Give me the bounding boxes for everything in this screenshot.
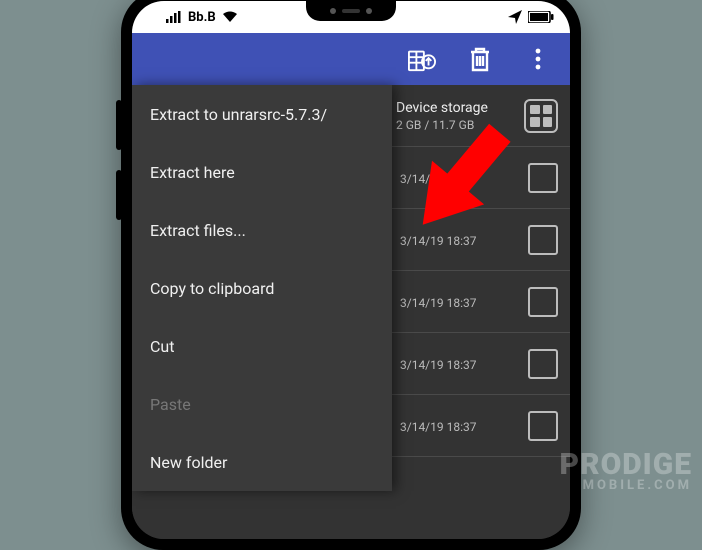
phone-frame: Bb.B bbox=[121, 0, 581, 550]
file-date: 3/14/19 18:37 bbox=[400, 358, 510, 372]
signal-icon bbox=[166, 11, 182, 23]
app-bar bbox=[132, 33, 570, 85]
watermark-line1: PRODIGE bbox=[559, 451, 692, 480]
delete-icon[interactable] bbox=[466, 45, 494, 73]
menu-extract-to[interactable]: Extract to unrarsrc-5.7.3/ bbox=[132, 85, 392, 143]
menu-new-folder[interactable]: New folder bbox=[132, 433, 392, 491]
storage-title: Device storage bbox=[396, 100, 506, 116]
checkbox[interactable] bbox=[528, 287, 558, 317]
storage-size: 2 GB / 11.7 GB bbox=[396, 118, 506, 132]
more-icon[interactable] bbox=[524, 45, 552, 73]
battery-icon bbox=[528, 11, 554, 23]
file-date: 3/14/19 18:37 bbox=[400, 172, 510, 186]
menu-cut[interactable]: Cut bbox=[132, 317, 392, 375]
extract-archive-icon[interactable] bbox=[408, 45, 436, 73]
watermark: PRODIGE MOBILE.COM bbox=[559, 451, 692, 492]
menu-copy-to-clipboard[interactable]: Copy to clipboard bbox=[132, 259, 392, 317]
wifi-icon bbox=[222, 11, 238, 23]
file-date: 3/14/19 18:37 bbox=[400, 296, 510, 310]
status-right bbox=[508, 10, 554, 24]
screen: Bb.B bbox=[132, 1, 570, 539]
context-menu: Extract to unrarsrc-5.7.3/ Extract here … bbox=[132, 85, 392, 491]
checkbox[interactable] bbox=[528, 349, 558, 379]
menu-extract-here[interactable]: Extract here bbox=[132, 143, 392, 201]
status-left: Bb.B bbox=[166, 10, 238, 25]
notch bbox=[306, 1, 396, 21]
menu-paste: Paste bbox=[132, 375, 392, 433]
carrier-label: Bb.B bbox=[188, 10, 216, 25]
volume-down-button bbox=[116, 170, 122, 220]
location-icon bbox=[508, 10, 522, 24]
file-date: 3/14/19 18:37 bbox=[400, 420, 510, 434]
checkbox[interactable] bbox=[528, 163, 558, 193]
checkbox[interactable] bbox=[528, 411, 558, 441]
status-bar: Bb.B bbox=[132, 1, 570, 33]
checkbox[interactable] bbox=[528, 225, 558, 255]
menu-extract-files[interactable]: Extract files... bbox=[132, 201, 392, 259]
file-date: 3/14/19 18:37 bbox=[400, 234, 510, 248]
volume-up-button bbox=[116, 100, 122, 150]
grid-view-icon[interactable] bbox=[524, 99, 558, 133]
